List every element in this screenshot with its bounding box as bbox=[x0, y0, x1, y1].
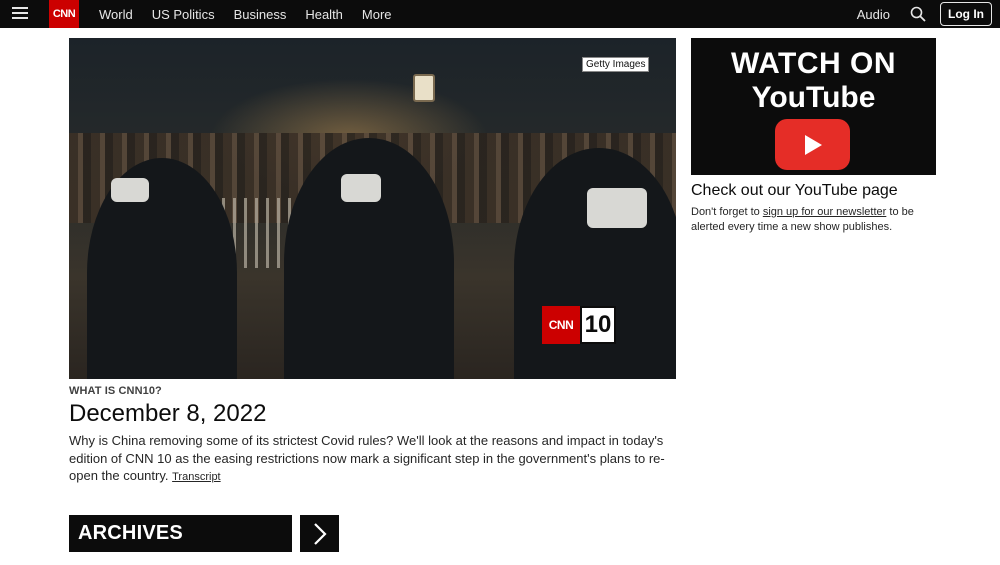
cnn10-badge: CNN 10 bbox=[542, 306, 616, 344]
chevron-right-icon bbox=[313, 522, 327, 545]
youtube-description: Don't forget to sign up for our newslett… bbox=[691, 205, 936, 235]
youtube-banner[interactable]: WATCH ON YouTube bbox=[691, 38, 936, 175]
youtube-banner-line2: YouTube bbox=[751, 81, 876, 114]
hero-officer-left bbox=[87, 158, 237, 379]
nav-link-us-politics[interactable]: US Politics bbox=[152, 7, 215, 22]
archives-heading[interactable]: ARCHIVES bbox=[69, 515, 292, 552]
nav-link-health[interactable]: Health bbox=[305, 7, 343, 22]
transcript-link[interactable]: Transcript bbox=[172, 471, 221, 483]
newsletter-signup-link[interactable]: sign up for our newsletter bbox=[763, 206, 887, 218]
youtube-play-icon[interactable] bbox=[775, 119, 850, 170]
nav-link-more[interactable]: More bbox=[362, 7, 392, 22]
play-triangle-icon bbox=[804, 134, 822, 155]
youtube-banner-line1: WATCH ON bbox=[730, 47, 897, 80]
article-description: Why is China removing some of its strict… bbox=[69, 432, 669, 487]
youtube-heading: Check out our YouTube page bbox=[691, 182, 898, 199]
article-headline: December 8, 2022 bbox=[69, 400, 267, 427]
nav-link-world[interactable]: World bbox=[99, 7, 133, 22]
image-credit: Getty Images bbox=[582, 57, 650, 72]
youtube-desc-before: Don't forget to bbox=[691, 206, 763, 218]
hamburger-menu-icon[interactable] bbox=[12, 6, 28, 20]
article-kicker[interactable]: WHAT IS CNN10? bbox=[69, 385, 162, 397]
hero-street-sign bbox=[413, 74, 435, 102]
archives-next-button[interactable] bbox=[300, 515, 339, 552]
hero-officer-right bbox=[514, 148, 676, 379]
cnn-logo[interactable]: CNN bbox=[49, 0, 79, 28]
cnn10-badge-logo: CNN bbox=[542, 306, 580, 344]
nav-link-audio[interactable]: Audio bbox=[857, 7, 890, 22]
top-nav: CNN World US Politics Business Health Mo… bbox=[0, 0, 1000, 28]
hero-mask-right bbox=[587, 188, 647, 228]
nav-link-business[interactable]: Business bbox=[234, 7, 287, 22]
hero-image[interactable]: Getty Images CNN 10 bbox=[69, 38, 676, 379]
nav-right: Audio Log In bbox=[857, 0, 992, 28]
nav-links: World US Politics Business Health More bbox=[99, 0, 411, 28]
cnn10-badge-number: 10 bbox=[580, 306, 616, 344]
search-icon[interactable] bbox=[910, 6, 926, 22]
login-button[interactable]: Log In bbox=[940, 2, 992, 26]
hero-mask-left bbox=[111, 178, 149, 202]
hero-mask-center bbox=[341, 174, 381, 202]
article-description-text: Why is China removing some of its strict… bbox=[69, 433, 665, 483]
